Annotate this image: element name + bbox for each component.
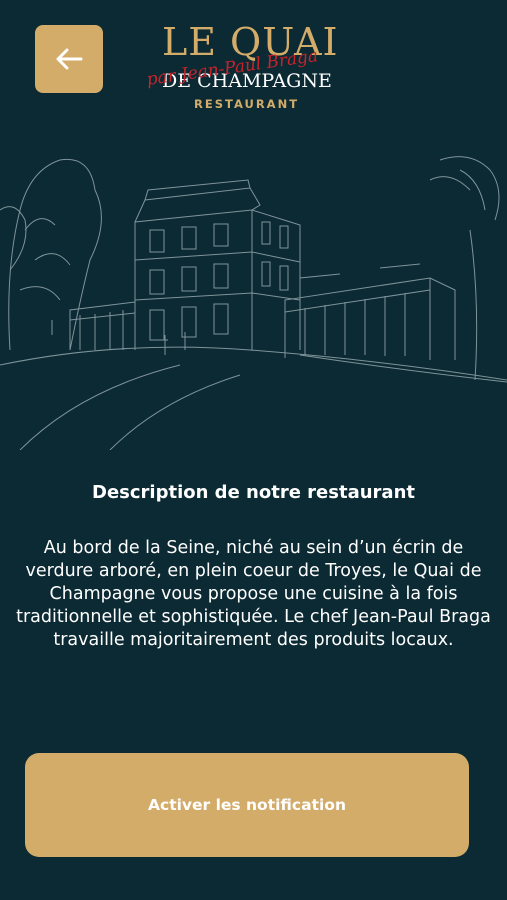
logo-subtitle: RESTAURANT bbox=[194, 97, 300, 111]
section-title: Description de notre restaurant bbox=[92, 482, 415, 503]
enable-notifications-button[interactable]: Activer les notification bbox=[25, 753, 469, 857]
enable-notifications-label: Activer les notification bbox=[148, 796, 346, 814]
restaurant-logo: LE QUAI DE CHAMPAGNE par Jean-Paul Braga… bbox=[140, 20, 365, 115]
restaurant-building-illustration bbox=[0, 156, 507, 450]
restaurant-description: Au bord de la Seine, niché au sein d’un … bbox=[16, 538, 491, 650]
back-button[interactable] bbox=[35, 25, 103, 93]
arrow-left-icon bbox=[56, 48, 83, 70]
